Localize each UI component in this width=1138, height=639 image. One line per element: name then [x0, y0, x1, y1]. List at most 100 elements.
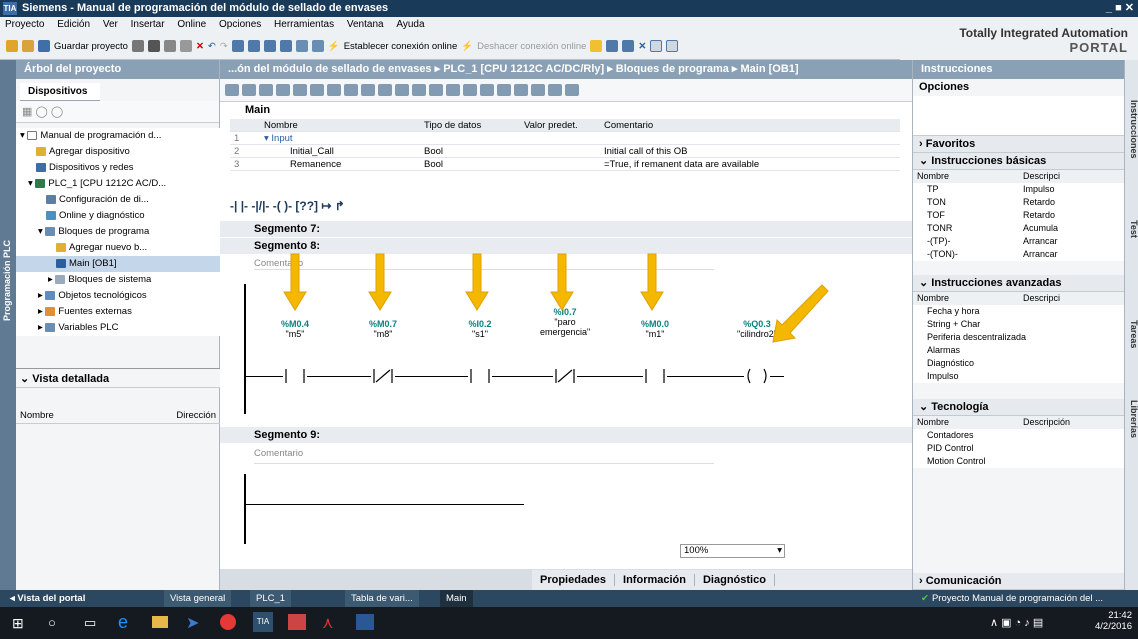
disconnect-online-button[interactable]: Deshacer conexión online: [477, 41, 586, 52]
open-project-icon[interactable]: [22, 40, 34, 52]
explorer-icon[interactable]: [152, 616, 168, 628]
tree-item-program-blocks[interactable]: ▾ Bloques de programa: [16, 224, 220, 240]
back-icon[interactable]: ◯: [35, 106, 47, 118]
copy-icon[interactable]: [163, 40, 176, 52]
compile-icon[interactable]: [231, 40, 244, 52]
upload-icon[interactable]: [263, 40, 276, 52]
folder-contadores[interactable]: Contadores: [913, 429, 1124, 442]
menu-ver[interactable]: Ver: [98, 19, 123, 30]
detail-view-header[interactable]: ⌄ Vista detallada: [16, 368, 220, 388]
section-tecnologia[interactable]: ⌄ Tecnología: [913, 399, 1124, 416]
vtab-librerias[interactable]: Librerías: [1125, 400, 1138, 438]
undo-icon[interactable]: ↶: [208, 41, 216, 52]
tab-diagnostico[interactable]: Diagnóstico: [695, 574, 775, 586]
section-basicas[interactable]: ⌄ Instrucciones básicas: [913, 153, 1124, 170]
tree-item-project[interactable]: ▾ Manual de programación d...: [16, 128, 220, 144]
save-project-button[interactable]: Guardar proyecto: [54, 41, 128, 52]
tab-tabla-variables[interactable]: Tabla de vari...: [345, 590, 419, 607]
tree-item-system-blocks[interactable]: ▸ Bloques de sistema: [16, 272, 220, 288]
acrobat-icon[interactable]: ⋏: [322, 613, 334, 633]
instruction-tp-coil[interactable]: -(TP)- Arrancar: [913, 235, 1124, 248]
tree-item-plc1[interactable]: ▾ PLC_1 [CPU 1212C AC/D...: [16, 176, 220, 192]
instruction-ton-coil[interactable]: -(TON)- Arrancar: [913, 248, 1124, 261]
zoom-select[interactable]: 100% ▾: [680, 544, 785, 558]
tab-propiedades[interactable]: Propiedades: [532, 574, 616, 586]
overview-icon[interactable]: ▦: [22, 106, 32, 118]
cross-ref-icon[interactable]: ✕: [638, 41, 646, 52]
accessible-icon[interactable]: [311, 40, 324, 52]
menu-edicion[interactable]: Edición: [52, 19, 95, 30]
programacion-plc-vtab[interactable]: Programación PLC: [0, 60, 16, 590]
tab-dispositivos[interactable]: Dispositivos: [20, 83, 100, 101]
clock[interactable]: 21:42 4/2/2016: [1095, 610, 1132, 632]
split-vertical-icon[interactable]: [666, 40, 679, 52]
tree-item-add-device[interactable]: Agregar dispositivo: [16, 144, 220, 160]
word-icon[interactable]: [356, 614, 374, 630]
folder-fecha-hora[interactable]: Fecha y hora: [913, 305, 1124, 318]
tree-item-devices-networks[interactable]: Dispositivos y redes: [16, 160, 220, 176]
folder-periferia[interactable]: Periferia descentralizada: [913, 331, 1124, 344]
task-view-icon[interactable]: ▭: [84, 615, 96, 631]
segment-9-comment[interactable]: Comentario: [254, 448, 303, 459]
segment-9-header[interactable]: Segmento 9:: [220, 427, 912, 443]
tree-item-plc-tags[interactable]: ▸ Variables PLC: [16, 320, 220, 336]
folder-alarmas[interactable]: Alarmas: [913, 344, 1124, 357]
tree-item-online-diag[interactable]: Online y diagnóstico: [16, 208, 220, 224]
start-cpu-icon[interactable]: [606, 40, 619, 52]
device-icon[interactable]: [295, 40, 308, 52]
instruction-tof[interactable]: TOF Retardo: [913, 209, 1124, 222]
tree-item-device-config[interactable]: Configuración de di...: [16, 192, 220, 208]
tree-item-tech-objects[interactable]: ▸ Objetos tecnológicos: [16, 288, 220, 304]
connect-online-icon[interactable]: ⚡: [328, 41, 340, 52]
stop-cpu-icon[interactable]: [622, 40, 635, 52]
window-controls[interactable]: _ ■ ✕: [1106, 0, 1134, 17]
cut-icon[interactable]: [147, 40, 160, 52]
menu-ventana[interactable]: Ventana: [342, 19, 389, 30]
folder-impulso[interactable]: Impulso: [913, 370, 1124, 383]
forward-icon[interactable]: ◯: [51, 106, 63, 118]
download-icon[interactable]: [247, 40, 260, 52]
folder-motion[interactable]: Motion Control: [913, 455, 1124, 468]
folder-diagnostico[interactable]: Diagnóstico: [913, 357, 1124, 370]
section-favoritos[interactable]: › Favoritos: [913, 136, 1124, 153]
delete-icon[interactable]: ✕: [196, 41, 204, 52]
tab-informacion[interactable]: Información: [615, 574, 695, 586]
powerpoint-icon[interactable]: [288, 614, 306, 630]
edge-icon[interactable]: e: [118, 612, 128, 633]
instruction-tonr[interactable]: TONR Acumula: [913, 222, 1124, 235]
tree-item-main-ob1[interactable]: Main [OB1]: [16, 256, 220, 272]
menu-opciones[interactable]: Opciones: [214, 19, 266, 30]
vtab-instrucciones[interactable]: Instrucciones: [1125, 100, 1138, 159]
portal-view-button[interactable]: ◂ Vista del portal: [4, 590, 91, 607]
simulate-icon[interactable]: [279, 40, 292, 52]
menu-proyecto[interactable]: Proyecto: [0, 19, 49, 30]
instruction-ton[interactable]: TON Retardo: [913, 196, 1124, 209]
tree-item-add-block[interactable]: Agregar nuevo b...: [16, 240, 220, 256]
tree-item-external-sources[interactable]: ▸ Fuentes externas: [16, 304, 220, 320]
new-project-icon[interactable]: [6, 40, 18, 52]
section-comunicacion[interactable]: › Comunicación: [913, 573, 1124, 590]
save-icon[interactable]: [38, 40, 50, 52]
folder-string-char[interactable]: String + Char: [913, 318, 1124, 331]
tab-vista-general[interactable]: Vista general: [164, 590, 232, 607]
menu-herramientas[interactable]: Herramientas: [269, 19, 339, 30]
chrome-icon[interactable]: [220, 614, 236, 630]
split-horizontal-icon[interactable]: [650, 40, 663, 52]
menu-insertar[interactable]: Insertar: [126, 19, 170, 30]
vtab-test[interactable]: Test: [1125, 220, 1138, 238]
redo-icon[interactable]: ↷: [220, 41, 228, 52]
windows-start-icon[interactable]: ⊞: [12, 615, 24, 632]
section-avanzadas[interactable]: ⌄ Instrucciones avanzadas: [913, 275, 1124, 292]
tray-icons[interactable]: ∧ ▣ ◔ ♪ ▤: [990, 616, 1043, 629]
vtab-tareas[interactable]: Tareas: [1125, 320, 1138, 348]
accessible-devices-icon[interactable]: [590, 40, 603, 52]
tab-plc1[interactable]: PLC_1: [250, 590, 292, 607]
disconnect-online-icon[interactable]: ⚡: [461, 41, 473, 52]
tab-main[interactable]: Main: [440, 590, 473, 607]
folder-pid[interactable]: PID Control: [913, 442, 1124, 455]
paste-icon[interactable]: [179, 40, 192, 52]
connect-online-button[interactable]: Establecer conexión online: [344, 41, 458, 52]
print-icon[interactable]: [131, 40, 144, 52]
menu-ayuda[interactable]: Ayuda: [391, 19, 429, 30]
instruction-tp[interactable]: TP Impulso: [913, 183, 1124, 196]
